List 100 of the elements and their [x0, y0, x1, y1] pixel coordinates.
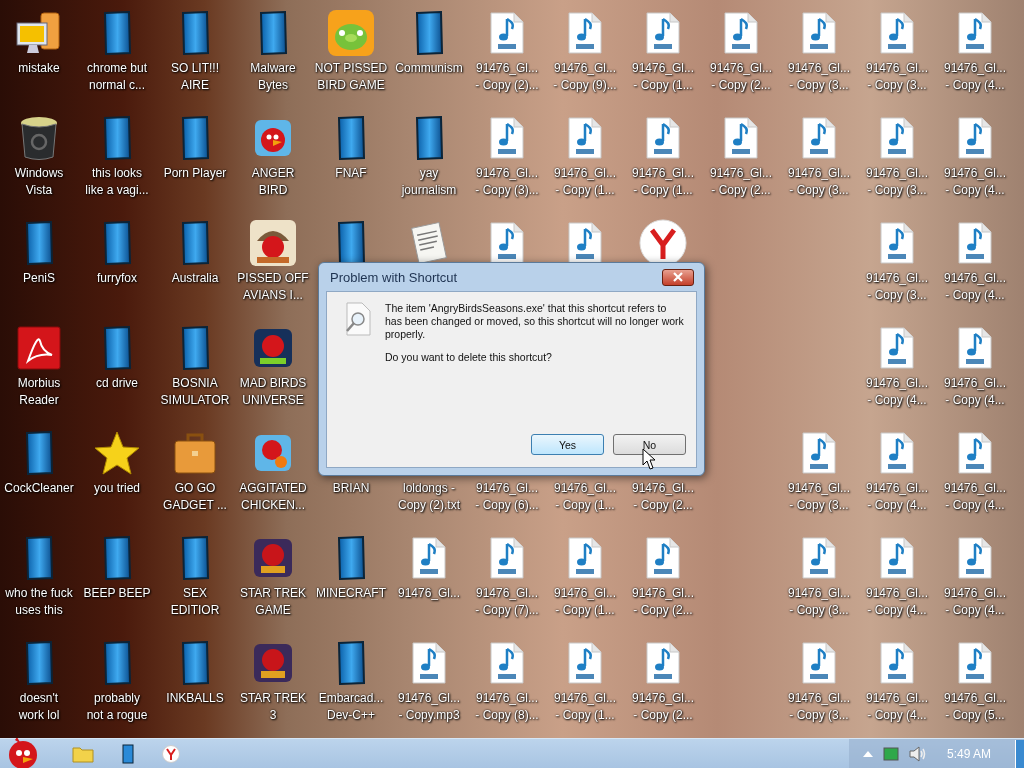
- icon-label[interactable]: 91476_Gl... - Copy (4...: [865, 375, 928, 409]
- icon-label[interactable]: Malware Bytes: [250, 60, 296, 94]
- music-file-icon[interactable]: [958, 222, 992, 264]
- icon-label[interactable]: CockCleaner: [4, 480, 74, 497]
- icon-label[interactable]: doesn't work lol: [18, 690, 60, 724]
- icon-label[interactable]: 91476_Gl... - Copy (2...: [709, 60, 772, 94]
- music-file-icon[interactable]: [412, 537, 446, 579]
- y-browser-icon[interactable]: [162, 744, 180, 763]
- music-file-icon[interactable]: [646, 537, 680, 579]
- icon-label[interactable]: 91476_Gl... - Copy (1...: [553, 585, 616, 619]
- document-icon[interactable]: [180, 11, 210, 55]
- icon-label[interactable]: BOSNIA SIMULATOR: [160, 375, 230, 409]
- icon-label[interactable]: 91476_Gl... - Copy (3...: [787, 585, 850, 619]
- music-file-icon[interactable]: [490, 117, 524, 159]
- music-file-icon[interactable]: [724, 117, 758, 159]
- document-icon[interactable]: [180, 641, 210, 685]
- icon-label[interactable]: 91476_Gl... - Copy (4...: [943, 270, 1006, 304]
- music-file-icon[interactable]: [646, 642, 680, 684]
- document-icon[interactable]: [24, 641, 54, 685]
- music-file-icon[interactable]: [802, 642, 836, 684]
- music-file-icon[interactable]: [958, 117, 992, 159]
- star-icon[interactable]: [94, 431, 140, 475]
- icon-label[interactable]: MINECRAFT: [316, 585, 386, 602]
- document-icon[interactable]: [24, 536, 54, 580]
- icon-label[interactable]: furryfox: [97, 270, 137, 287]
- icon-label[interactable]: AGGITATED CHICKEN...: [239, 480, 307, 514]
- music-file-icon[interactable]: [568, 117, 602, 159]
- icon-label[interactable]: STAR TREK GAME: [239, 585, 307, 619]
- document-icon[interactable]: [414, 11, 444, 55]
- music-file-icon[interactable]: [880, 117, 914, 159]
- icon-label[interactable]: this looks like a vagi...: [85, 165, 149, 199]
- music-file-icon[interactable]: [958, 12, 992, 54]
- icon-label[interactable]: Morbius Reader: [17, 375, 61, 409]
- cancel-button[interactable]: No: [613, 434, 686, 455]
- music-file-icon[interactable]: [880, 12, 914, 54]
- clock[interactable]: 5:49 AM: [946, 746, 991, 761]
- icon-label[interactable]: 91476_Gl... - Copy (3...: [787, 690, 850, 724]
- music-file-icon[interactable]: [412, 642, 446, 684]
- icon-label[interactable]: probably not a rogue: [86, 690, 148, 724]
- icon-label[interactable]: 91476_Gl... - Copy (2...: [631, 690, 694, 724]
- icon-label[interactable]: Australia: [171, 270, 219, 287]
- icon-label[interactable]: 91476_Gl... - Copy (3...: [865, 270, 928, 304]
- music-file-icon[interactable]: [802, 432, 836, 474]
- icon-label[interactable]: 91476_Gl... - Copy (2...: [709, 165, 772, 199]
- icon-label[interactable]: PISSED OFF AVIANS I...: [237, 270, 309, 304]
- document-icon[interactable]: [336, 116, 366, 160]
- document-icon[interactable]: [102, 116, 132, 160]
- document-icon[interactable]: [102, 11, 132, 55]
- icon-label[interactable]: mistake: [18, 60, 60, 77]
- icon-label[interactable]: Windows Vista: [14, 165, 64, 199]
- icon-label[interactable]: 91476_Gl... - Copy (4...: [943, 375, 1006, 409]
- music-file-icon[interactable]: [958, 642, 992, 684]
- music-file-icon[interactable]: [490, 642, 524, 684]
- document-icon[interactable]: [180, 116, 210, 160]
- icon-label[interactable]: cd drive: [96, 375, 138, 392]
- speaker-icon[interactable]: [908, 745, 927, 762]
- music-file-icon[interactable]: [958, 537, 992, 579]
- music-file-icon[interactable]: [880, 222, 914, 264]
- icon-label[interactable]: 91476_Gl... - Copy.mp3: [397, 690, 460, 724]
- icon-label[interactable]: 91476_Gl... - Copy (3...: [865, 165, 928, 199]
- document-icon[interactable]: [180, 326, 210, 370]
- icon-label[interactable]: 91476_Gl... - Copy (1...: [631, 165, 694, 199]
- icon-label[interactable]: SO LIT!!! AIRE: [171, 60, 219, 94]
- music-file-icon[interactable]: [568, 222, 602, 264]
- icon-label[interactable]: 91476_Gl... - Copy (4...: [865, 585, 928, 619]
- icon-label[interactable]: 91476_Gl... - Copy (4...: [865, 480, 928, 514]
- icon-label[interactable]: BEEP BEEP: [83, 585, 151, 602]
- icon-label[interactable]: 91476_Gl... - Copy (3...: [787, 60, 850, 94]
- music-file-icon[interactable]: [880, 537, 914, 579]
- music-file-icon[interactable]: [490, 12, 524, 54]
- icon-label[interactable]: 91476_Gl... - Copy (3...: [787, 165, 850, 199]
- music-file-icon[interactable]: [802, 537, 836, 579]
- icon-label[interactable]: MAD BIRDS UNIVERSE: [239, 375, 307, 409]
- music-file-icon[interactable]: [490, 537, 524, 579]
- icon-label[interactable]: 91476_Gl... - Copy (4...: [865, 690, 928, 724]
- icon-label[interactable]: 91476_Gl... - Copy (7)...: [475, 585, 539, 619]
- icon-label[interactable]: Porn Player: [163, 165, 227, 182]
- icon-label[interactable]: 91476_Gl... - Copy (4...: [943, 60, 1006, 94]
- icon-label[interactable]: 91476_Gl... - Copy (1...: [553, 165, 616, 199]
- document-icon[interactable]: [102, 536, 132, 580]
- computer-icon[interactable]: [15, 11, 63, 55]
- icon-label[interactable]: loldongs - Copy (2).txt: [398, 480, 460, 514]
- document-icon[interactable]: [414, 116, 444, 160]
- icon-label[interactable]: 91476_Gl... - Copy (4...: [943, 165, 1006, 199]
- icon-label[interactable]: 91476_Gl... - Copy (1...: [631, 60, 694, 94]
- document-icon[interactable]: [336, 221, 366, 265]
- icon-label[interactable]: 91476_Gl... - Copy (3...: [787, 480, 850, 514]
- music-file-icon[interactable]: [724, 12, 758, 54]
- icon-label[interactable]: 91476_Gl... - Copy (4...: [943, 480, 1006, 514]
- icon-label[interactable]: 91476_Gl... - Copy (3)...: [475, 165, 539, 199]
- music-file-icon[interactable]: [958, 432, 992, 474]
- icon-label[interactable]: 91476_Gl...: [397, 585, 460, 602]
- icon-label[interactable]: chrome but normal c...: [87, 60, 147, 94]
- battery-icon[interactable]: [882, 746, 899, 761]
- document-icon[interactable]: [336, 641, 366, 685]
- document-icon[interactable]: [102, 326, 132, 370]
- icon-label[interactable]: 91476_Gl... - Copy (1...: [553, 480, 616, 514]
- trash-bin-icon[interactable]: [19, 115, 59, 161]
- document-icon[interactable]: [102, 221, 132, 265]
- music-file-icon[interactable]: [568, 642, 602, 684]
